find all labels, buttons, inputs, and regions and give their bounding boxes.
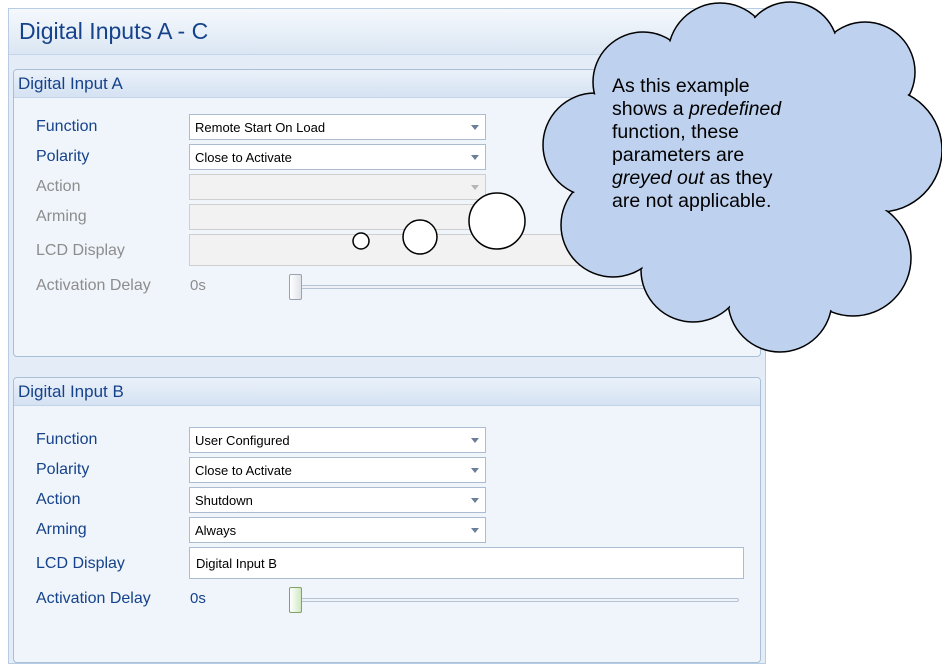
- action-dropdown[interactable]: Shutdown: [189, 487, 486, 513]
- callout-line-2: shows a predefined: [612, 98, 782, 120]
- action-label: Action: [36, 491, 81, 508]
- activation-delay-slider-thumb[interactable]: [289, 587, 302, 613]
- callout-line-4: parameters are: [612, 144, 745, 166]
- polarity-label: Polarity: [36, 461, 90, 478]
- activation-delay-value: 0s: [190, 277, 206, 294]
- arming-label: Arming: [36, 208, 87, 225]
- arming-dropdown: [189, 204, 486, 230]
- lcd-display-label: LCD Display: [36, 555, 125, 572]
- digital-input-b-header: Digital Input B: [14, 378, 760, 406]
- polarity-dropdown[interactable]: Close to Activate: [189, 457, 486, 483]
- arming-dropdown[interactable]: Always: [189, 517, 486, 543]
- chevron-down-icon: [471, 215, 479, 220]
- chevron-down-icon: [471, 125, 479, 130]
- function-label: Function: [36, 118, 98, 135]
- function-row: Function User Configured: [14, 425, 760, 455]
- polarity-dropdown[interactable]: Close to Activate: [189, 144, 486, 170]
- action-row: Action Shutdown: [14, 485, 760, 515]
- lcd-display-label: LCD Display: [36, 242, 125, 259]
- function-value: Remote Start On Load: [195, 120, 326, 135]
- activation-delay-label: Activation Delay: [36, 277, 151, 294]
- callout-line-5: greyed out as they: [612, 167, 773, 189]
- callout-line-6: are not applicable.: [612, 190, 772, 212]
- action-label: Action: [36, 178, 81, 195]
- callout-line-3: function, these: [612, 121, 739, 143]
- chevron-down-icon: [471, 155, 479, 160]
- page-title: Digital Inputs A - C: [9, 9, 765, 55]
- function-label: Function: [36, 431, 98, 448]
- arming-value: Always: [195, 523, 237, 538]
- activation-delay-slider-track[interactable]: [299, 598, 739, 602]
- lcd-display-row: LCD Display Digital Input B: [14, 545, 760, 579]
- polarity-row: Polarity Close to Activate: [14, 455, 760, 485]
- chevron-down-icon: [471, 468, 479, 473]
- arming-row: Arming Always: [14, 515, 760, 545]
- function-dropdown[interactable]: User Configured: [189, 427, 486, 453]
- action-value: Shutdown: [195, 493, 253, 508]
- callout-text: As this example shows a predefined funct…: [612, 75, 862, 213]
- digital-input-b-group: Digital Input B Function User Configured…: [13, 377, 761, 663]
- lcd-display-input: [189, 234, 744, 266]
- activation-delay-slider-thumb[interactable]: [289, 274, 302, 300]
- chevron-down-icon: [471, 185, 479, 190]
- polarity-value: Close to Activate: [195, 463, 292, 478]
- chevron-down-icon: [471, 528, 479, 533]
- lcd-display-row: LCD Display: [14, 232, 760, 266]
- activation-delay-label: Activation Delay: [36, 590, 151, 607]
- activation-delay-row: Activation Delay 0s: [14, 271, 760, 301]
- activation-delay-row: Activation Delay 0s: [14, 584, 760, 614]
- function-value: User Configured: [195, 433, 290, 448]
- callout-line-1: As this example: [612, 75, 750, 97]
- chevron-down-icon: [471, 438, 479, 443]
- chevron-down-icon: [471, 498, 479, 503]
- polarity-label: Polarity: [36, 148, 90, 165]
- activation-delay-value: 0s: [190, 590, 206, 607]
- function-dropdown[interactable]: Remote Start On Load: [189, 114, 486, 140]
- activation-delay-slider-track[interactable]: [299, 285, 739, 289]
- action-dropdown: [189, 174, 486, 200]
- lcd-display-input[interactable]: Digital Input B: [189, 547, 744, 579]
- arming-label: Arming: [36, 521, 87, 538]
- polarity-value: Close to Activate: [195, 150, 292, 165]
